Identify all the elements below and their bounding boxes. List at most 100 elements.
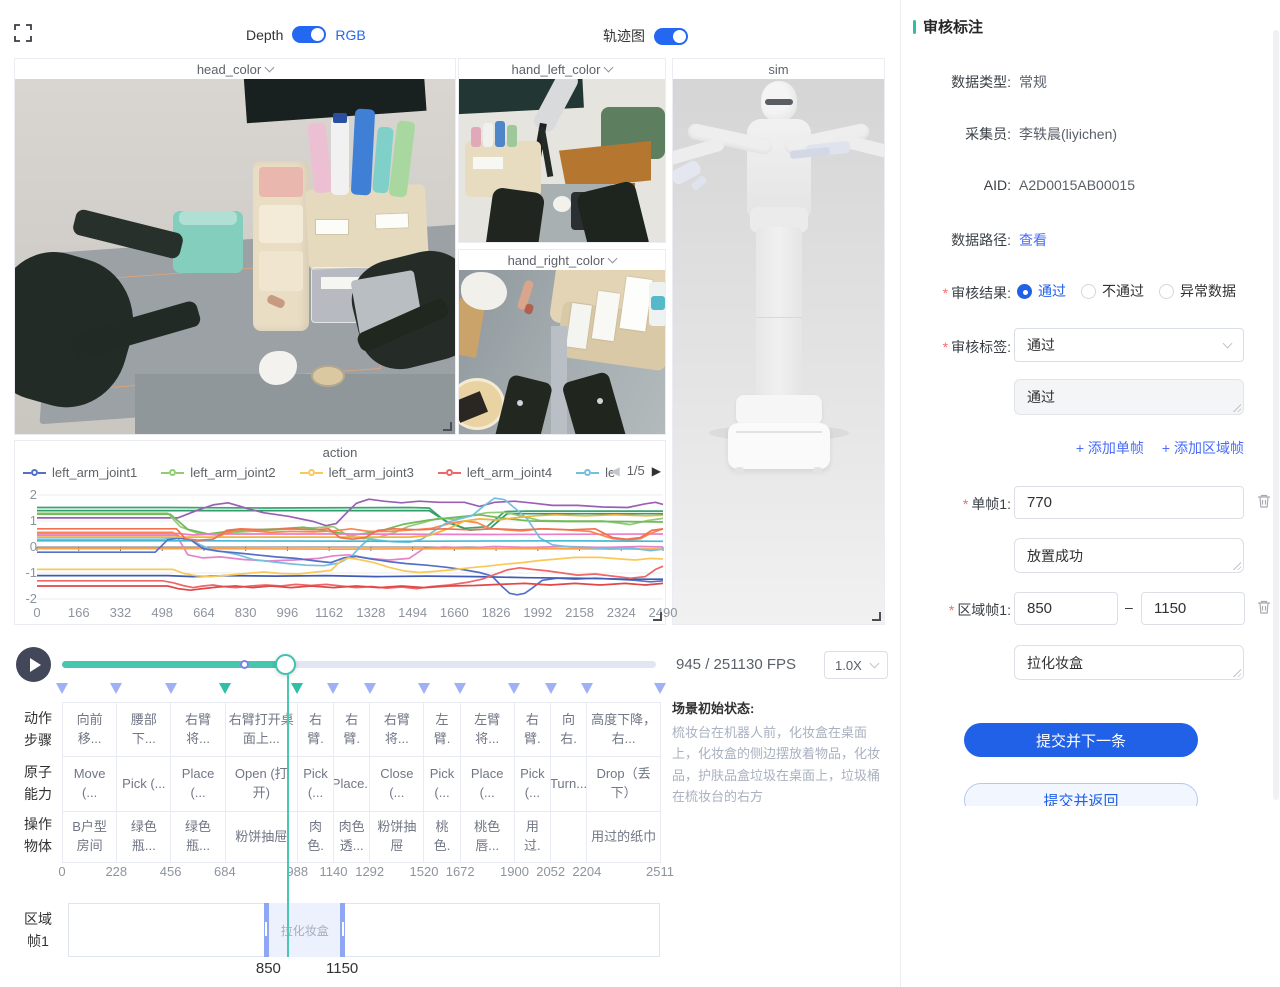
- review-tag-select[interactable]: 通过: [1014, 328, 1244, 362]
- timeline-marker-icon[interactable]: [110, 683, 122, 694]
- action-line-chart[interactable]: [15, 487, 665, 603]
- step-cell[interactable]: Place..: [334, 757, 370, 811]
- resize-grip-icon[interactable]: [1232, 403, 1241, 412]
- add-region-frame-link[interactable]: + 添加区域帧: [1162, 438, 1244, 458]
- step-cell[interactable]: Place (...: [461, 757, 515, 811]
- step-cell[interactable]: 桃色唇...: [461, 812, 515, 862]
- fullscreen-icon[interactable]: [14, 24, 32, 42]
- radio-abnormal[interactable]: 异常数据: [1159, 281, 1236, 301]
- timeline-marker-icon[interactable]: [508, 683, 520, 694]
- review-panel: 审核标注 数据类型: 常规 采集员: 李轶晨(liyichen) AID: A2…: [900, 0, 1280, 987]
- step-cell[interactable]: Drop（丢下）: [587, 757, 660, 811]
- step-cell[interactable]: Close (...: [370, 757, 424, 811]
- step-cell[interactable]: 桃色.: [424, 812, 460, 862]
- resize-corner-icon[interactable]: [872, 612, 881, 621]
- submit-next-button[interactable]: 提交并下一条: [964, 723, 1198, 757]
- play-button[interactable]: [16, 647, 51, 682]
- step-cell[interactable]: 肉色透...: [334, 812, 370, 862]
- step-cell[interactable]: Pick (...: [424, 757, 460, 811]
- region-frame-note-textarea[interactable]: 拉化妆盒: [1014, 645, 1244, 680]
- data-path-view-link[interactable]: 查看: [1019, 230, 1047, 250]
- submit-return-button[interactable]: 提交并返回: [964, 783, 1198, 806]
- single-frame-input[interactable]: 770: [1014, 486, 1244, 519]
- timeline-marker-icon[interactable]: [165, 683, 177, 694]
- single-frame-note-textarea[interactable]: 放置成功: [1014, 538, 1244, 573]
- step-cell[interactable]: 左臂将...: [461, 703, 515, 756]
- step-cell[interactable]: Place (...: [171, 757, 225, 811]
- head-camera-header[interactable]: head_color: [15, 59, 455, 79]
- delete-single-frame-icon[interactable]: [1256, 493, 1272, 509]
- legend-next-icon[interactable]: ▶: [652, 464, 661, 478]
- step-cell[interactable]: Pick (...: [117, 757, 171, 811]
- region-end-input[interactable]: 1150: [1141, 592, 1245, 625]
- sim-header[interactable]: sim: [673, 59, 884, 79]
- hand-left-camera-panel: hand_left_color: [458, 58, 666, 243]
- legend-prev-icon[interactable]: ◀: [610, 464, 619, 478]
- region-segment[interactable]: 拉化妆盒: [264, 903, 345, 957]
- resize-grip-icon[interactable]: [1232, 561, 1241, 570]
- progress-slider[interactable]: [62, 661, 656, 668]
- timeline-marker-icon[interactable]: [56, 683, 68, 694]
- step-cell[interactable]: 向右.: [551, 703, 587, 756]
- timeline-marker-icon[interactable]: [545, 683, 557, 694]
- step-cell[interactable]: 右臂.: [515, 703, 551, 756]
- step-cell[interactable]: 右臂将...: [370, 703, 424, 756]
- legend-item[interactable]: left_arm_joint1: [23, 465, 137, 480]
- step-cell[interactable]: [551, 812, 587, 862]
- timeline-marker-icon[interactable]: [327, 683, 339, 694]
- timeline-marker-icon[interactable]: [364, 683, 376, 694]
- review-tag-note-textarea[interactable]: 通过: [1014, 379, 1244, 415]
- timeline-marker-icon[interactable]: [219, 683, 231, 694]
- step-cell[interactable]: Turn...: [551, 757, 587, 811]
- legend-item[interactable]: left_arm_joint3: [300, 465, 414, 480]
- region-end-label: 1150: [326, 960, 358, 977]
- add-single-frame-link[interactable]: + 添加单帧: [1076, 438, 1144, 458]
- step-cell[interactable]: 肉色.: [298, 812, 334, 862]
- step-cell[interactable]: 腰部下...: [117, 703, 171, 756]
- region-start-input[interactable]: 850: [1014, 592, 1118, 625]
- timeline-marker-icon[interactable]: [581, 683, 593, 694]
- hand-left-camera-header[interactable]: hand_left_color: [459, 59, 665, 79]
- step-cell[interactable]: Pick (...: [298, 757, 334, 811]
- step-cell[interactable]: 绿色瓶...: [171, 812, 225, 862]
- legend-item[interactable]: le: [576, 465, 615, 480]
- timeline-marker-icon[interactable]: [454, 683, 466, 694]
- step-cell[interactable]: 右臂.: [298, 703, 334, 756]
- trajectory-toggle[interactable]: [654, 28, 688, 45]
- resize-grip-icon[interactable]: [1232, 668, 1241, 677]
- step-cell[interactable]: 用过.: [515, 812, 551, 862]
- region-track-bar[interactable]: 拉化妆盒: [68, 903, 660, 957]
- speed-select[interactable]: 1.0X: [824, 651, 888, 679]
- step-cell[interactable]: 右臂将...: [171, 703, 225, 756]
- chevron-down-icon: [608, 254, 618, 264]
- step-cell[interactable]: 左臂.: [424, 703, 460, 756]
- step-cell[interactable]: 向前移...: [63, 703, 117, 756]
- legend-item[interactable]: left_arm_joint4: [438, 465, 552, 480]
- head-camera-title: head_color: [197, 62, 261, 77]
- delete-region-frame-icon[interactable]: [1256, 599, 1272, 615]
- step-cell[interactable]: 右臂.: [334, 703, 370, 756]
- depth-rgb-toggle[interactable]: [292, 26, 326, 43]
- radio-fail[interactable]: 不通过: [1081, 281, 1144, 301]
- step-cell[interactable]: Pick (...: [515, 757, 551, 811]
- radio-pass[interactable]: 通过: [1017, 281, 1066, 301]
- step-cell[interactable]: Move (...: [63, 757, 117, 811]
- timeline-marker-icon[interactable]: [418, 683, 430, 694]
- step-cell[interactable]: 用过的纸巾: [587, 812, 660, 862]
- hand-right-camera-header[interactable]: hand_right_color: [459, 250, 665, 270]
- scrollbar[interactable]: [1273, 30, 1279, 800]
- screw-dot: [597, 398, 603, 404]
- resize-corner-icon[interactable]: [653, 612, 662, 621]
- step-cell[interactable]: 高度下降，右...: [587, 703, 660, 756]
- playhead-line[interactable]: [287, 674, 289, 957]
- step-cell[interactable]: 粉饼抽屉: [370, 812, 424, 862]
- step-cell[interactable]: 绿色瓶...: [117, 812, 171, 862]
- timeline-marker-icon[interactable]: [654, 683, 666, 694]
- slider-handle[interactable]: [275, 654, 296, 675]
- timeline-marker-icon[interactable]: [291, 683, 303, 694]
- legend-item[interactable]: left_arm_joint2: [161, 465, 275, 480]
- resize-corner-icon[interactable]: [443, 422, 452, 431]
- organizer-slot: [259, 205, 303, 243]
- step-cell[interactable]: B户型房间: [63, 812, 117, 862]
- x-axis-tick-label: 498: [151, 605, 173, 620]
